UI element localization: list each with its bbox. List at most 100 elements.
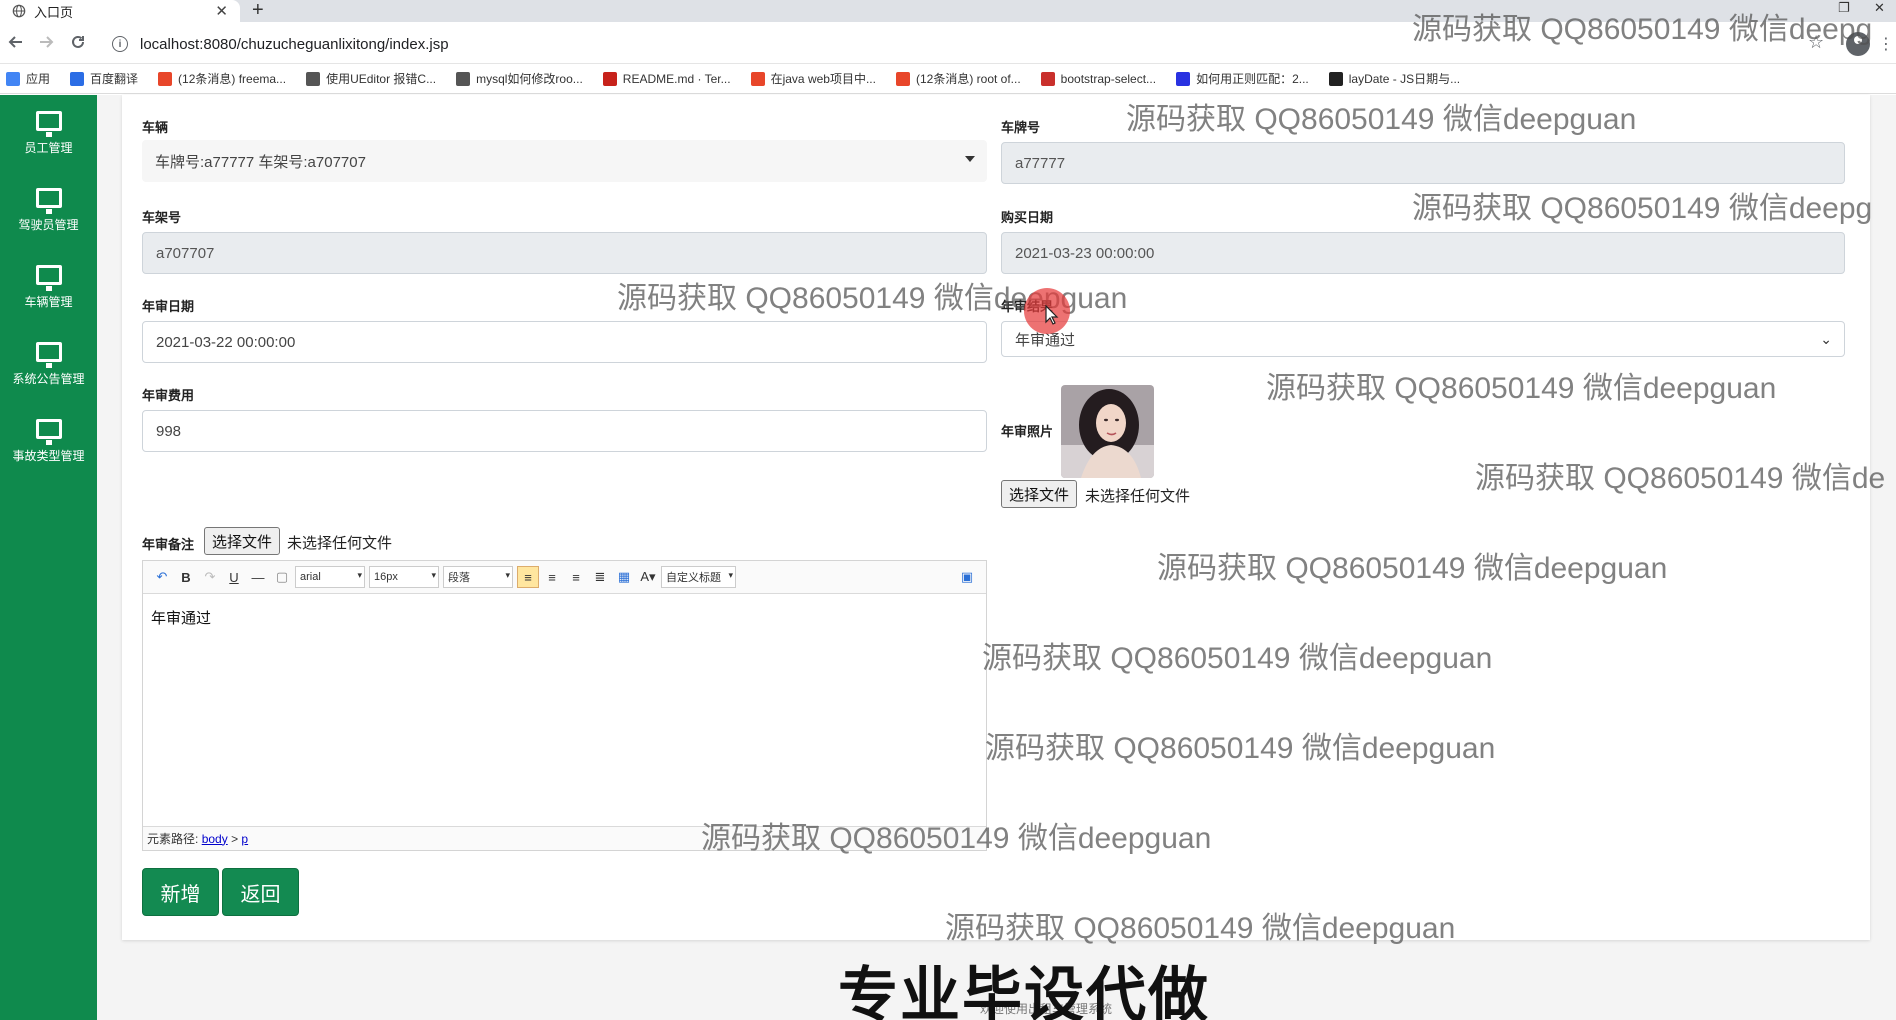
watermark: 源码获取 QQ86050149 微信deepguan	[985, 732, 1496, 765]
bookmark-favicon-icon	[456, 71, 471, 86]
back-button[interactable]: 返回	[222, 868, 299, 916]
sidebar-item-drivers[interactable]: 驾驶员管理	[0, 172, 97, 248]
purchase-date-value: 2021-03-23 00:00:00	[1015, 244, 1155, 262]
inspect-date-label: 年审日期	[142, 299, 195, 314]
bold-icon[interactable]: B	[175, 566, 197, 588]
plate-field[interactable]: a77777	[1001, 142, 1845, 184]
table-icon[interactable]: ▦	[613, 566, 635, 588]
reload-icon[interactable]	[66, 30, 90, 54]
caret-down-icon	[965, 156, 975, 162]
editor-content[interactable]: 年审通过	[151, 607, 211, 628]
element-path-label: 元素路径:	[147, 832, 199, 846]
close-window-icon[interactable]: ✕	[1874, 0, 1885, 16]
frame-field[interactable]: a707707	[142, 232, 987, 274]
photo-choose-file-button[interactable]: 选择文件	[1001, 480, 1078, 508]
watermark: 源码获取 QQ86050149 微信deepg	[1412, 13, 1873, 46]
undo-icon[interactable]: ↶	[151, 566, 173, 588]
watermark: 源码获取 QQ86050149 微信deepguan	[982, 642, 1493, 675]
inspect-fee-value: 998	[156, 422, 182, 440]
vehicle-label: 车辆	[142, 120, 169, 135]
monitor-icon	[35, 264, 62, 291]
apps-grid-icon	[6, 71, 20, 86]
bookmark-label: 使用UEditor 报错C...	[326, 72, 437, 86]
horizontal-rule-icon[interactable]: —	[247, 566, 269, 588]
underline-icon[interactable]: U	[223, 566, 245, 588]
align-justify-icon[interactable]: ≣	[589, 566, 611, 588]
inspect-photo-label: 年审照片	[1001, 424, 1054, 439]
sidebar-item-vehicles[interactable]: 车辆管理	[0, 249, 97, 325]
bookmark-label: 如何用正则匹配：2...	[1196, 72, 1309, 86]
purchase-date-field[interactable]: 2021-03-23 00:00:00	[1001, 232, 1845, 274]
bookmark-item[interactable]: README.md · Ter...	[602, 71, 731, 86]
sidebar-item-label: 员工管理	[24, 140, 73, 155]
globe-icon	[12, 4, 26, 18]
fullscreen-icon[interactable]: ▣	[956, 566, 978, 588]
remark-choose-file-button[interactable]: 选择文件	[204, 527, 281, 555]
sidebar-item-accident-types[interactable]: 事故类型管理	[0, 403, 97, 479]
inspect-fee-field[interactable]: 998	[142, 410, 987, 452]
monitor-icon	[35, 341, 62, 368]
bookmark-item[interactable]: (12条消息) freema...	[158, 70, 286, 87]
watermark: 源码获取 QQ86050149 微信de	[1475, 462, 1886, 495]
bookmark-favicon-icon	[895, 71, 910, 86]
inspect-result-select[interactable]: 年审通过 ⌄	[1001, 321, 1845, 357]
watermark: 源码获取 QQ86050149 微信deepguan	[1157, 552, 1668, 585]
browser-tab[interactable]: 入口页 ✕	[0, 0, 240, 22]
bookmark-item[interactable]: 在java web项目中...	[750, 70, 876, 87]
path-separator: >	[231, 831, 239, 846]
footer-banner: 专业毕设代做	[838, 962, 1210, 1020]
document-icon[interactable]: ▢	[271, 566, 293, 588]
forward-icon[interactable]	[34, 30, 58, 54]
url-text: localhost:8080/chuzucheguanlixitong/inde…	[140, 35, 449, 53]
watermark: 源码获取 QQ86050149 微信deepguan	[1266, 372, 1777, 405]
info-icon[interactable]: i	[112, 36, 128, 52]
bookmarks-bar: 应用 百度翻译 (12条消息) freema... 使用UEditor 报错C... m…	[0, 64, 1896, 94]
frame-value: a707707	[156, 244, 215, 262]
bookmark-favicon-icon	[70, 71, 85, 86]
align-left-icon[interactable]: ≡	[517, 566, 539, 588]
bookmark-apps[interactable]: 应用	[6, 70, 50, 87]
font-family-select[interactable]: arial	[295, 566, 365, 588]
chevron-down-icon: ⌄	[1820, 331, 1832, 347]
vehicle-select[interactable]: 车牌号:a77777 车架号:a707707	[142, 140, 987, 182]
add-button[interactable]: 新增	[142, 868, 219, 916]
bookmark-item[interactable]: 如何用正则匹配：2...	[1176, 70, 1309, 87]
remark-no-file-text: 未选择任何文件	[287, 535, 393, 552]
bookmark-favicon-icon	[1040, 71, 1055, 86]
mouse-cursor-highlight	[1024, 288, 1070, 334]
inspect-date-value: 2021-03-22 00:00:00	[156, 333, 296, 351]
close-tab-icon[interactable]: ✕	[215, 2, 228, 20]
redo-icon[interactable]: ↷	[199, 566, 221, 588]
photo-no-file-text: 未选择任何文件	[1085, 488, 1191, 505]
new-tab-icon[interactable]: +	[252, 0, 264, 20]
paragraph-select[interactable]: 段落	[443, 566, 513, 588]
bookmark-item[interactable]: (12条消息) root of...	[895, 70, 1021, 87]
bookmark-label: mysql如何修改roo...	[476, 72, 583, 86]
watermark: 源码获取 QQ86050149 微信deepguan	[1126, 103, 1637, 136]
sidebar-item-announcements[interactable]: 系统公告管理	[0, 326, 97, 402]
inspect-date-field[interactable]: 2021-03-22 00:00:00	[142, 321, 987, 363]
bookmark-item[interactable]: 百度翻译	[70, 70, 138, 87]
sidebar-item-label: 驾驶员管理	[18, 217, 79, 232]
align-right-icon[interactable]: ≡	[565, 566, 587, 588]
path-body-link[interactable]: body	[202, 832, 228, 846]
remark-label: 年审备注	[142, 537, 195, 552]
font-color-icon[interactable]: A▾	[637, 566, 659, 588]
bookmark-item[interactable]: layDate - JS日期与...	[1328, 70, 1460, 87]
bookmark-item[interactable]: 使用UEditor 报错C...	[306, 70, 436, 87]
custom-title-select[interactable]: 自定义标题	[661, 566, 736, 588]
bookmark-label: (12条消息) root of...	[915, 72, 1021, 86]
inspect-photo-image	[1061, 385, 1154, 478]
bookmark-label: 在java web项目中...	[770, 72, 876, 86]
bookmark-item[interactable]: mysql如何修改roo...	[456, 70, 583, 87]
sidebar-item-staff[interactable]: 员工管理	[0, 95, 97, 171]
monitor-icon	[35, 110, 62, 137]
align-center-icon[interactable]: ≡	[541, 566, 563, 588]
bookmark-item[interactable]: bootstrap-select...	[1040, 71, 1156, 86]
menu-icon[interactable]: ⋮	[1878, 34, 1894, 54]
bookmark-favicon-icon	[750, 71, 765, 86]
editor-toolbar: ↶ B ↷ U — ▢ arial 16px 段落 ≡ ≡ ≡ ≣ ▦ A▾ 自…	[143, 561, 986, 594]
back-icon[interactable]	[4, 30, 28, 54]
path-p-link[interactable]: p	[241, 832, 248, 846]
font-size-select[interactable]: 16px	[369, 566, 439, 588]
